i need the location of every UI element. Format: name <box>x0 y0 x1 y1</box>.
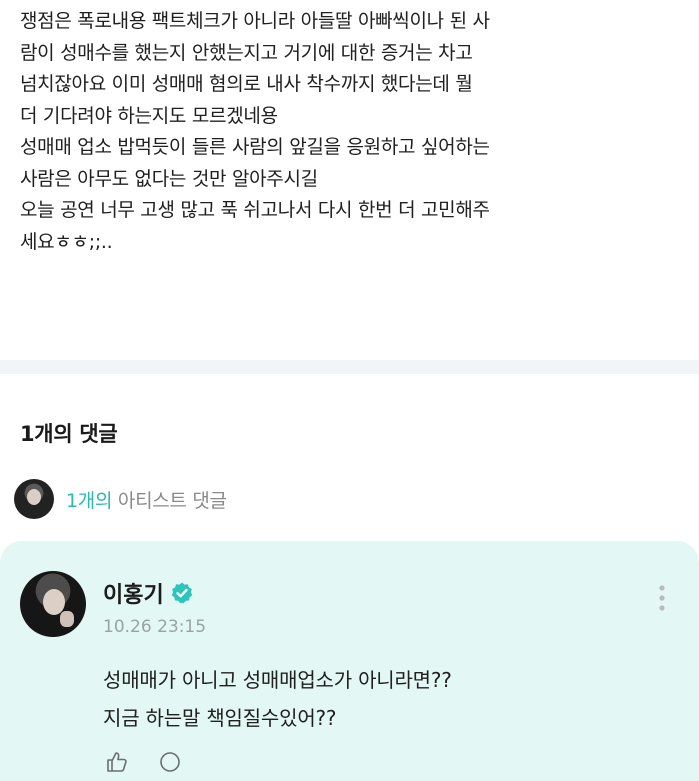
more-vertical-icon[interactable] <box>650 581 674 615</box>
verified-badge-icon <box>171 582 193 604</box>
post-line: 더 기다려야 하는지도 모르겠네용 <box>20 104 278 127</box>
comment-author[interactable]: 이홍기 <box>103 577 194 609</box>
post-line: 람이 성매수를 했는지 안했는지고 거기에 대한 증거는 차고 <box>20 41 473 64</box>
artist-comments-toggle[interactable]: 1개의 아티스트 댓글 <box>14 477 227 521</box>
section-divider <box>0 360 699 374</box>
post-line: 성매매 업소 밥먹듯이 들른 사람의 앞길을 응원하고 싶어하는 <box>20 136 490 158</box>
post-line: 쟁점은 폭로내용 팩트체크가 아니라 아들딸 아빠씩이나 된 사 <box>20 10 490 32</box>
avatar[interactable] <box>20 571 86 637</box>
post-line: 사람은 아무도 없다는 것만 알아주시길 <box>20 167 318 190</box>
artist-avatar <box>14 479 54 519</box>
like-icon[interactable] <box>103 749 129 775</box>
comments-title: 1개의 댓글 <box>20 422 118 446</box>
reply-icon[interactable] <box>157 749 183 775</box>
post-body: 쟁점은 폭로내용 팩트체크가 아니라 아들딸 아빠씩이나 된 사 람이 성매수를… <box>20 6 685 258</box>
post-line: 오늘 공연 너무 고생 많고 푹 쉬고나서 다시 한번 더 고민해주 <box>20 199 490 221</box>
comment-actions <box>103 749 183 775</box>
artist-comments-text: 아티스트 댓글 <box>112 489 227 512</box>
artist-comments-label[interactable]: 1개의 아티스트 댓글 <box>66 486 227 513</box>
post-line: 세요ㅎㅎ;;.. <box>20 230 113 253</box>
post-line: 넘치잖아요 이미 성매매 혐의로 내사 착수까지 했다는데 뭘 <box>20 73 473 95</box>
artist-comment-card: 이홍기 10.26 23:15 성매매가 아니고 성매매업소가 아니라면?? 지… <box>0 541 699 781</box>
comment-line: 성매매가 아니고 성매매업소가 아니라면?? <box>103 668 452 692</box>
comment-timestamp: 10.26 23:15 <box>103 617 207 637</box>
artist-comments-count: 1개의 <box>66 489 113 512</box>
comment-author-name: 이홍기 <box>103 583 164 608</box>
comment-text: 성매매가 아니고 성매매업소가 아니라면?? 지금 하는말 책임질수있어?? <box>103 661 452 737</box>
comment-line: 지금 하는말 책임질수있어?? <box>103 706 337 730</box>
